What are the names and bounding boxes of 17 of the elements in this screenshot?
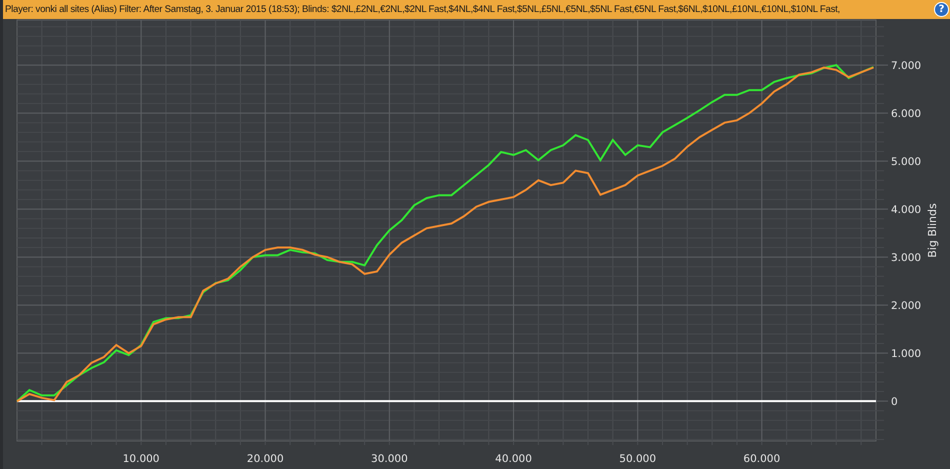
filter-info-text: Player: vonki all sites (Alias) Filter: After Samstag, 3. Januar 2015 (18:53); Blinds: $2NL,£2NL,€2NL,$2NL Fast,$4NL,$4NL Fast,$5NL,£5NL,€5NL,$5NL Fast,€5NL Fast,$6NL,$10NL,£10NL,€10NL,$10NL Fast, (5, 4, 840, 15)
x-tick-label: 50.000 (619, 453, 656, 465)
x-tick-label: 40.000 (495, 453, 532, 465)
y-tick-label: 1.000 (891, 348, 922, 360)
y-tick-label: 6.000 (891, 108, 922, 120)
x-tick-label: 60.000 (743, 453, 780, 465)
y-axis-label: Big Blinds (926, 203, 939, 258)
y-tick-label: 7.000 (891, 60, 922, 72)
y-tick-label: 4.000 (891, 204, 922, 216)
y-tick-label: 5.000 (891, 156, 922, 168)
x-tick-label: 30.000 (371, 453, 408, 465)
y-tick-label: 3.000 (891, 252, 922, 264)
y-tick-label: 0 (891, 396, 898, 408)
x-tick-label: 10.000 (122, 453, 160, 465)
help-button[interactable]: ? (934, 2, 949, 17)
y-tick-label: 2.000 (891, 300, 922, 312)
x-tick-label: 20.000 (246, 453, 284, 465)
